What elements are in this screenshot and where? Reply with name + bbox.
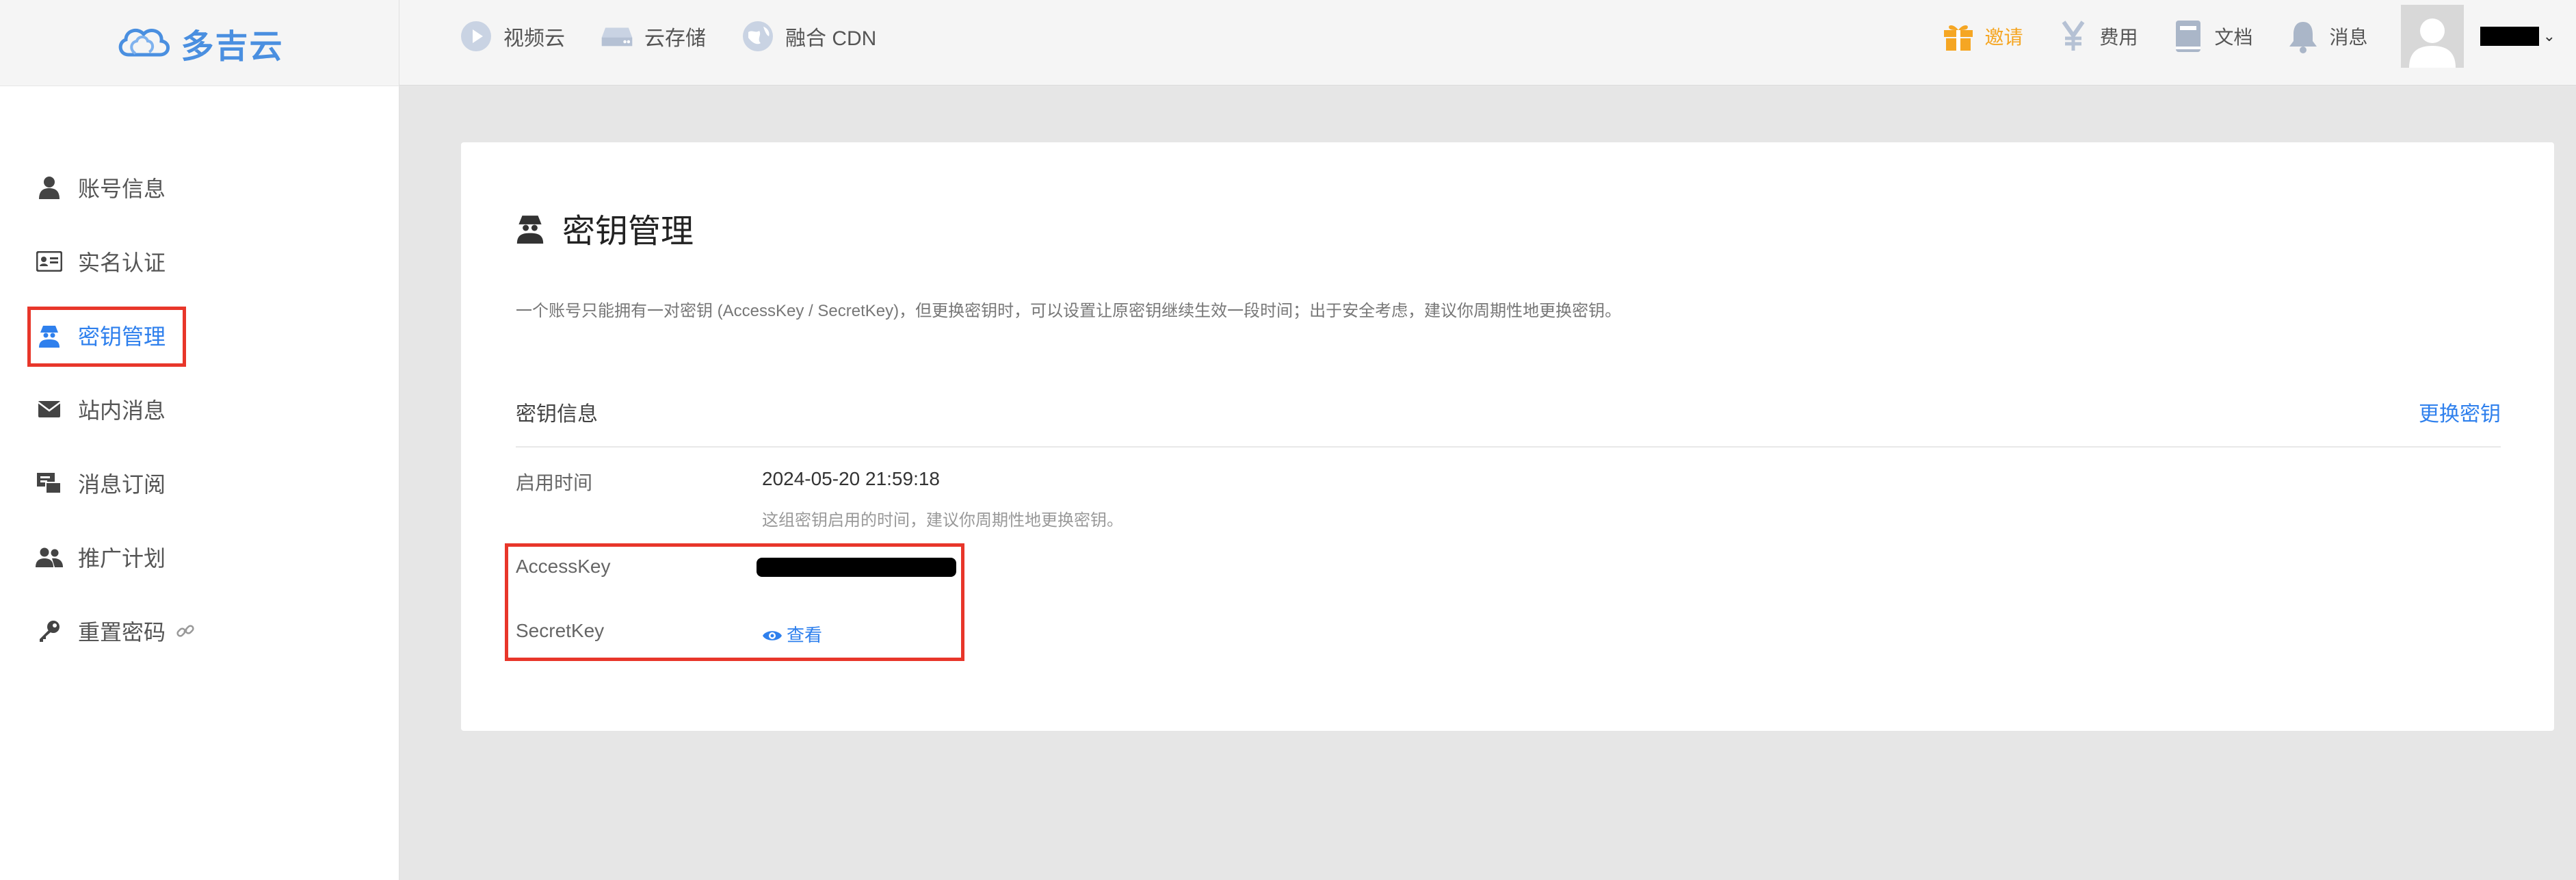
messages-link[interactable]: 消息 <box>2286 19 2368 53</box>
id-card-icon <box>36 248 63 275</box>
sidebar-item-verification[interactable]: 实名认证 <box>0 224 399 298</box>
redacted-access-key <box>757 558 956 577</box>
invite-label: 邀请 <box>1984 26 2023 48</box>
sidebar: 账号信息 实名认证 密钥管理 站内消息 消息订阅 推广计划 重置密码 <box>0 86 399 880</box>
view-secret-key-button[interactable]: 查看 <box>762 621 822 647</box>
globe-icon <box>741 20 774 53</box>
docs-label: 文档 <box>2214 26 2253 48</box>
section-title: 密钥信息 <box>516 403 598 426</box>
top-nav: 视频云 云存储 融合 CDN <box>460 0 912 72</box>
key-management-card: 密钥管理 一个账号只能拥有一对密钥 (AccessKey / SecretKey… <box>461 142 2554 731</box>
invite-link[interactable]: 邀请 <box>1941 19 2023 53</box>
top-bar: 多吉云 视频云 云存储 融合 CDN 邀请 费用 文档 消息 ⌄ <box>0 0 2576 86</box>
cloud-logo-icon <box>119 28 170 56</box>
rotate-key-link[interactable]: 更换密钥 <box>2419 397 2501 427</box>
sidebar-item-subscription[interactable]: 消息订阅 <box>0 446 399 520</box>
envelope-icon <box>36 396 63 423</box>
eye-icon <box>762 627 783 642</box>
section-header: 密钥信息 更换密钥 <box>516 385 2501 448</box>
sidebar-item-label: 账号信息 <box>78 177 166 201</box>
highlight-frame <box>27 307 186 367</box>
page-description: 一个账号只能拥有一对密钥 (AccessKey / SecretKey)，但更换… <box>516 302 1622 320</box>
key-icon <box>36 617 63 645</box>
nav-label: 云存储 <box>644 27 706 50</box>
nav-video-cloud[interactable]: 视频云 <box>460 20 565 53</box>
sidebar-item-reset-password[interactable]: 重置密码 <box>0 594 399 668</box>
nav-label: 融合 CDN <box>785 27 877 50</box>
page-title: 密钥管理 <box>514 204 694 252</box>
play-circle-icon <box>460 20 492 53</box>
book-icon <box>2171 19 2205 53</box>
chevron-down-icon: ⌄ <box>2542 27 2555 44</box>
subscription-icon <box>36 469 63 497</box>
billing-label: 费用 <box>2099 26 2138 48</box>
avatar[interactable] <box>2400 4 2464 68</box>
sidebar-item-inbox[interactable]: 站内消息 <box>0 372 399 446</box>
sidebar-item-label: 站内消息 <box>78 398 166 423</box>
secret-key-label: SecretKey <box>516 620 605 641</box>
messages-label: 消息 <box>2329 26 2368 48</box>
billing-link[interactable]: 费用 <box>2056 19 2138 53</box>
user-menu[interactable]: ⌄ <box>2480 26 2555 46</box>
user-icon <box>36 174 63 201</box>
view-label: 查看 <box>787 625 823 645</box>
sidebar-item-label: 消息订阅 <box>78 472 166 497</box>
access-key-label: AccessKey <box>516 556 611 577</box>
yen-icon <box>2056 19 2090 53</box>
user-avatar-icon <box>2408 18 2456 68</box>
sidebar-item-label: 重置密码 <box>78 620 166 645</box>
sidebar-item-referral[interactable]: 推广计划 <box>0 520 399 594</box>
docs-link[interactable]: 文档 <box>2171 19 2253 53</box>
nav-cloud-storage[interactable]: 云存储 <box>601 20 706 53</box>
page-title-text: 密钥管理 <box>562 213 694 250</box>
gift-icon <box>1941 19 1975 53</box>
sidebar-item-key-management[interactable]: 密钥管理 <box>0 298 399 372</box>
nav-cdn[interactable]: 融合 CDN <box>741 20 876 53</box>
redacted-username <box>2480 26 2539 46</box>
enabled-time-value: 2024-05-20 21:59:18 <box>762 468 940 489</box>
enabled-time-hint: 这组密钥启用的时间，建议你周期性地更换密钥。 <box>762 511 1123 530</box>
nav-label: 视频云 <box>503 27 565 50</box>
brand-name: 多吉云 <box>181 28 284 65</box>
sidebar-item-account[interactable]: 账号信息 <box>0 151 399 224</box>
sidebar-item-label: 推广计划 <box>78 546 166 571</box>
enabled-time-label: 启用时间 <box>516 472 593 493</box>
link-icon <box>175 621 196 641</box>
brand-logo[interactable]: 多吉云 <box>0 0 399 86</box>
users-icon <box>36 543 63 571</box>
storage-icon <box>601 20 633 53</box>
top-right-menu: 邀请 费用 文档 消息 ⌄ <box>1941 0 2576 72</box>
sidebar-item-label: 实名认证 <box>78 250 166 275</box>
user-secret-icon <box>514 212 546 244</box>
bell-icon <box>2286 19 2320 53</box>
